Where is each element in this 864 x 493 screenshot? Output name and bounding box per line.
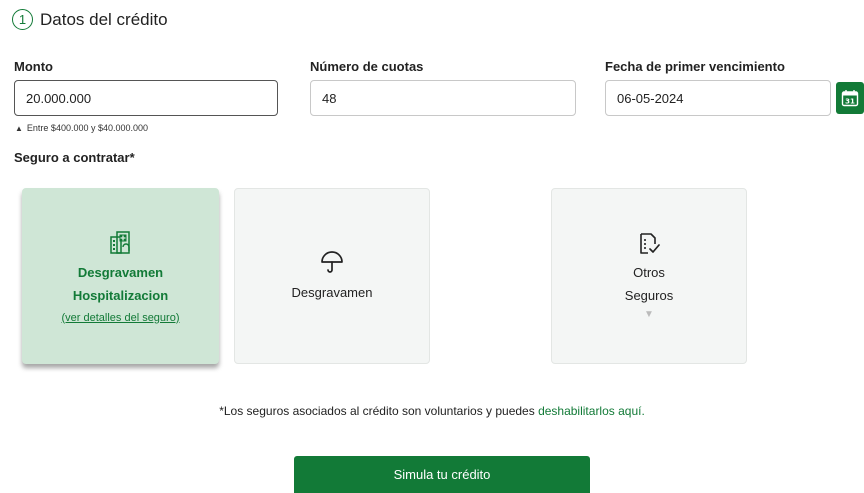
document-check-icon [640,233,660,254]
card-1-title-line2: Hospitalizacion [72,287,169,303]
section-title: Datos del crédito [40,9,168,29]
simula-credito-button[interactable]: Simula tu crédito [294,456,590,493]
monto-label: Monto [14,59,53,74]
card-otros-seguros[interactable]: Otros Seguros ▼ [551,188,747,364]
card-2-title: Desgravamen [291,284,373,300]
calendar-day: 31 [845,97,855,105]
card-desgravamen[interactable]: Desgravamen [234,188,430,364]
card-3-title-line1: Otros [633,265,665,280]
card-1-title-line1: Desgravamen [77,264,164,280]
cuotas-label: Número de cuotas [310,59,424,74]
step-number: 1 [12,9,33,30]
ver-detalles-link[interactable]: (ver detalles del seguro) [61,312,179,324]
deshabilitar-link[interactable]: deshabilitarlos aquí. [538,404,645,418]
triangle-up-icon: ▲ [15,123,23,133]
monto-hint: ▲ Entre $400.000 y $40.000.000 [15,123,148,133]
triangle-down-icon: ▼ [644,309,654,320]
monto-input[interactable]: 20.000.000 [14,80,278,116]
calendar-icon: 31 [841,90,859,107]
fecha-input[interactable]: 06-05-2024 [605,80,831,116]
umbrella-icon [321,250,343,273]
section-header: 1 Datos del crédito [12,9,168,30]
cuotas-input[interactable]: 48 [310,80,576,116]
hospital-icon [109,230,130,254]
disclaimer-text: *Los seguros asociados al crédito son vo… [219,404,539,418]
card-desgravamen-hospitalizacion[interactable]: Desgravamen Hospitalizacion (ver detalle… [22,188,219,364]
disclaimer: *Los seguros asociados al crédito son vo… [0,404,864,418]
card-3-title-line2: Seguros [624,288,674,303]
seguro-label: Seguro a contratar* [14,150,135,165]
fecha-label: Fecha de primer vencimiento [605,59,785,74]
monto-hint-text: Entre $400.000 y $40.000.000 [26,123,149,133]
calendar-button[interactable]: 31 [836,82,864,114]
